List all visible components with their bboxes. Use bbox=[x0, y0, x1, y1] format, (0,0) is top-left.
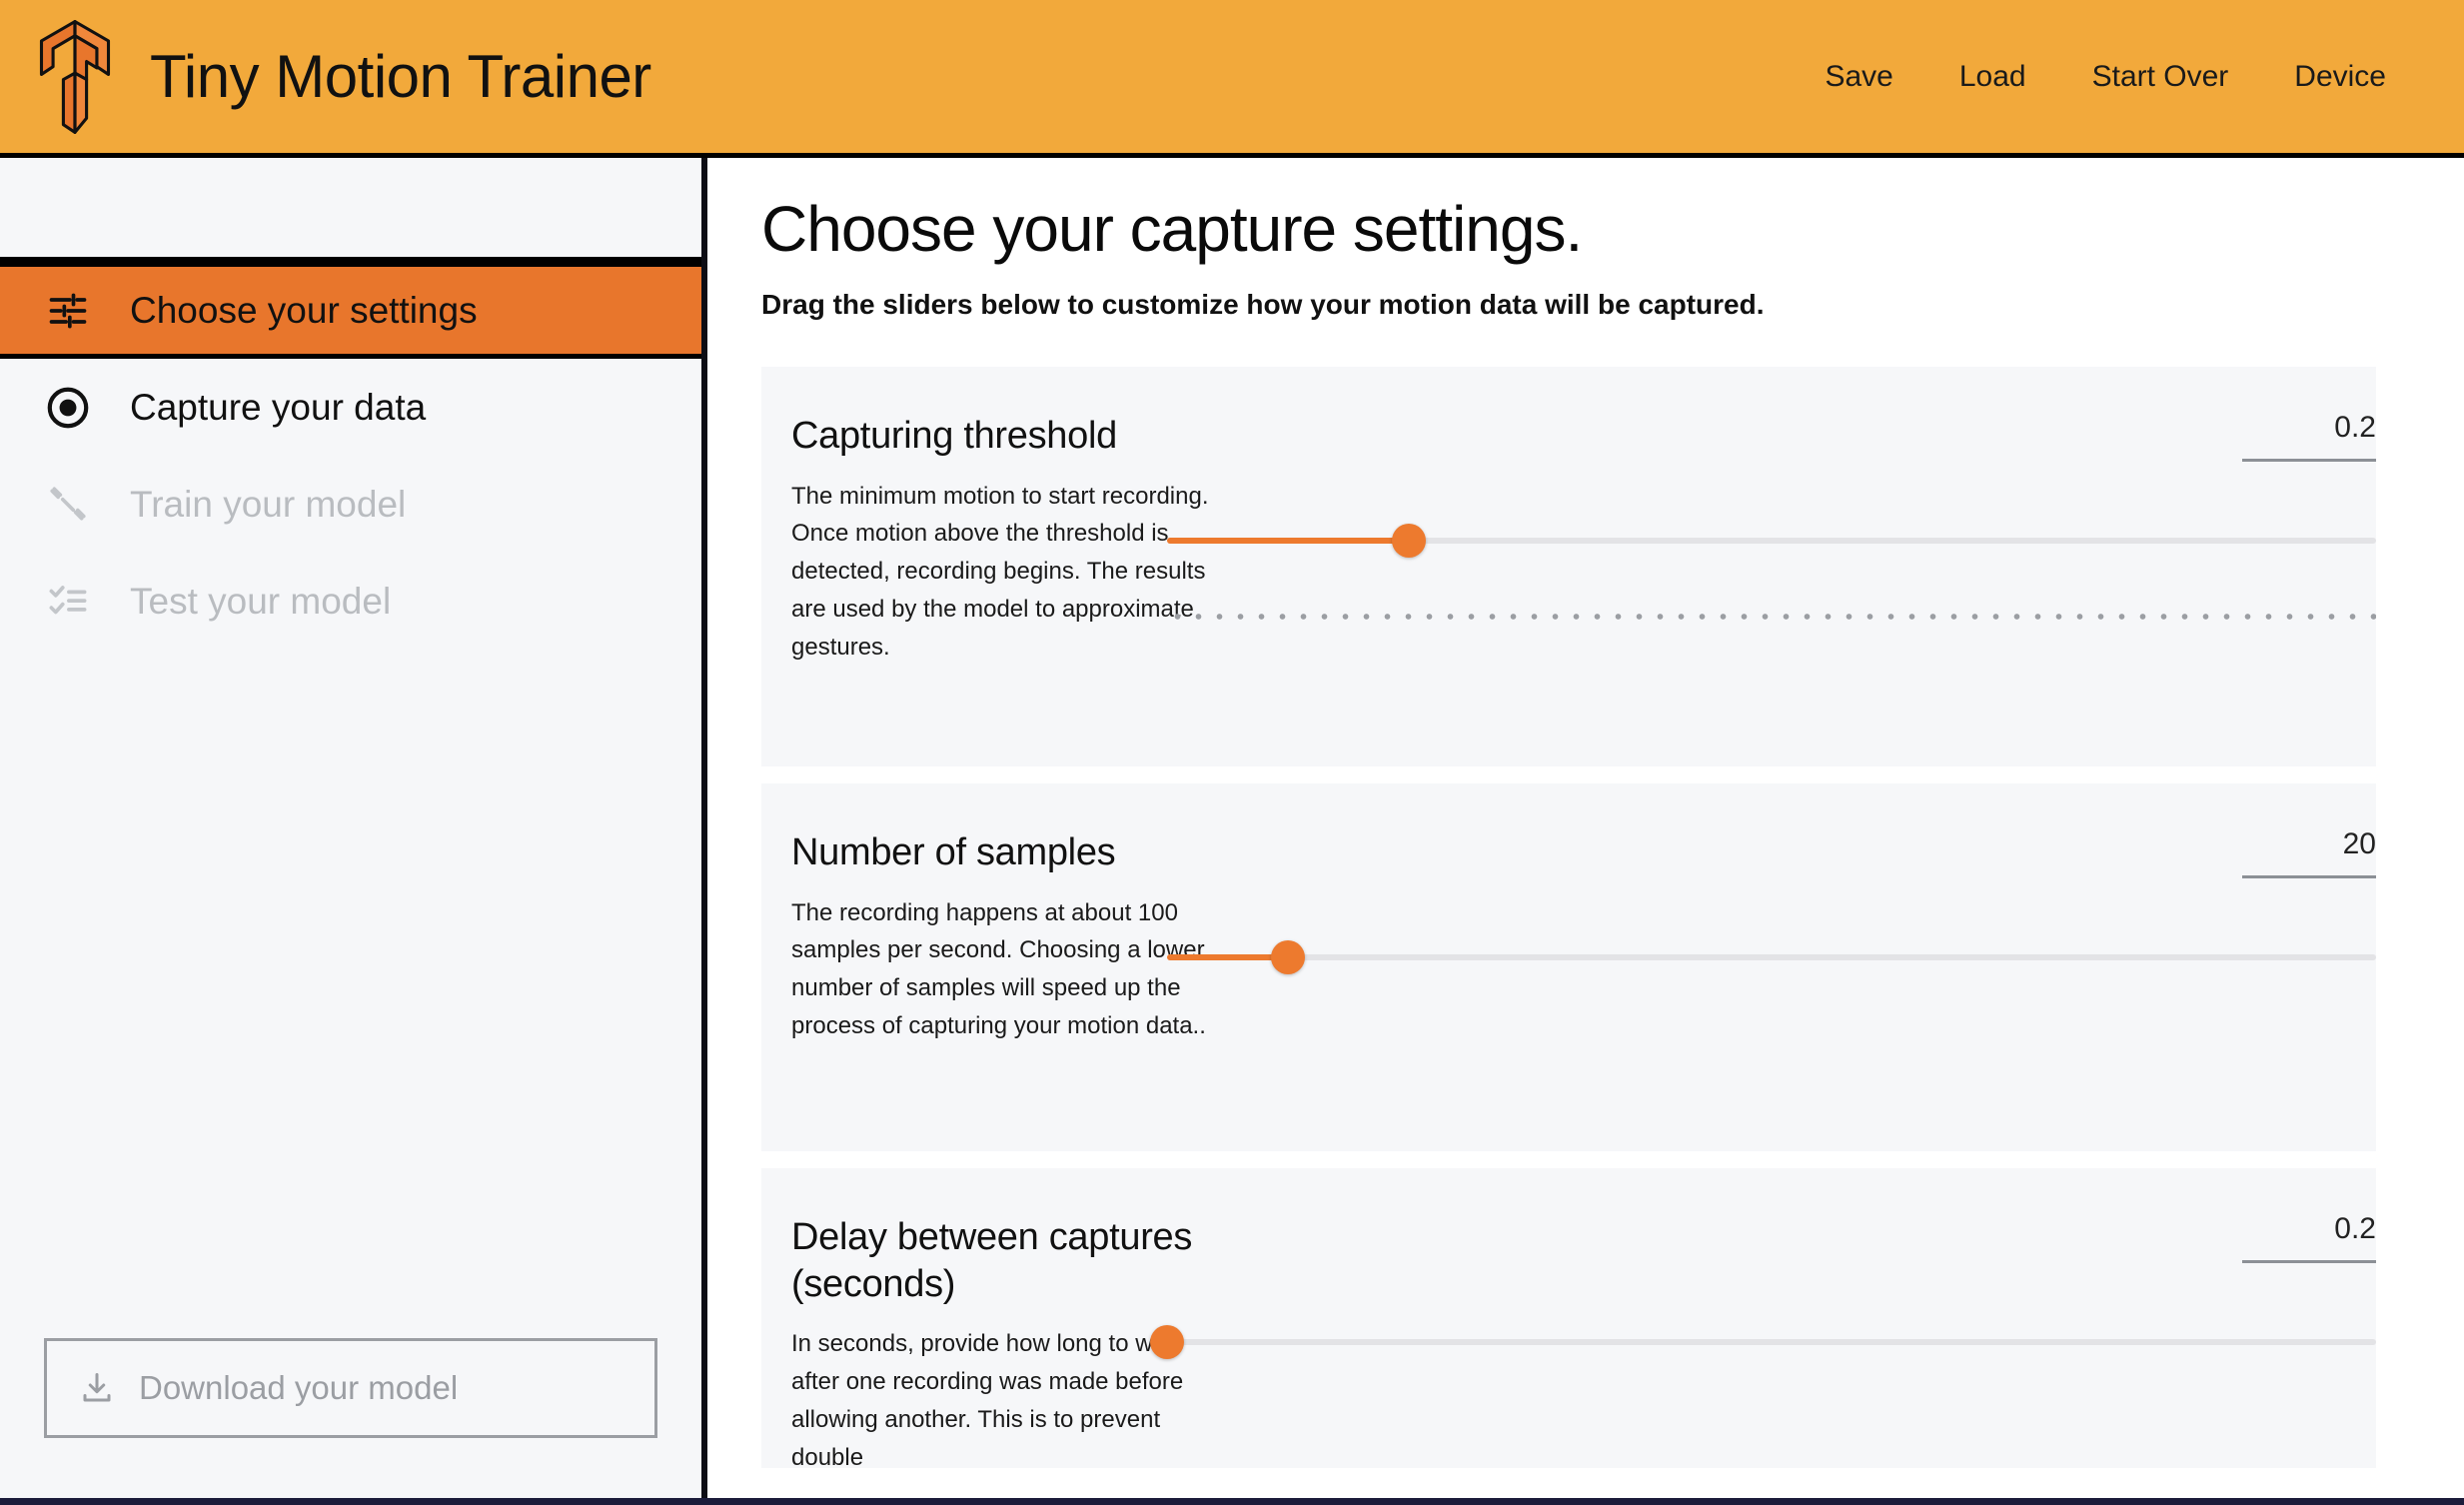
download-button-label: Download your model bbox=[139, 1369, 458, 1407]
sidebar-item-label: Test your model bbox=[130, 581, 391, 623]
app-title: Tiny Motion Trainer bbox=[150, 42, 651, 111]
number-of-samples-slider[interactable] bbox=[1167, 935, 2376, 979]
main-content: Choose your capture settings. Drag the s… bbox=[713, 158, 2464, 1498]
setting-value-field[interactable]: 0.2 bbox=[2242, 1214, 2376, 1263]
record-circle-icon bbox=[44, 384, 92, 432]
checklist-icon bbox=[44, 578, 92, 626]
sidebar-item-label: Choose your settings bbox=[130, 290, 478, 332]
sidebar-spacer bbox=[0, 650, 701, 1338]
sidebar-item-train-your-model: Train your model bbox=[0, 456, 701, 553]
setting-title: Delay between captures (seconds) bbox=[791, 1214, 1211, 1307]
value-underline bbox=[2242, 1260, 2376, 1263]
slider-fill bbox=[1167, 954, 1288, 960]
setting-value: 0.2 bbox=[2242, 1214, 2376, 1260]
settings-card-list: Capturing threshold The minimum motion t… bbox=[713, 367, 2464, 1468]
slider-thumb[interactable] bbox=[1150, 1325, 1184, 1359]
tensorflow-logo-icon bbox=[36, 19, 114, 135]
setting-value-field[interactable]: 20 bbox=[2242, 829, 2376, 878]
setting-card-number-of-samples: Number of samples The recording happens … bbox=[761, 783, 2376, 1151]
setting-title: Number of samples bbox=[791, 829, 1211, 875]
nav-save-button[interactable]: Save bbox=[1825, 60, 1892, 94]
sidebar: Choose your settings Capture your data bbox=[0, 158, 707, 1498]
nav-load-button[interactable]: Load bbox=[1959, 60, 2026, 94]
value-underline bbox=[2242, 459, 2376, 462]
download-icon bbox=[79, 1370, 115, 1406]
footer-bar bbox=[0, 1498, 2464, 1505]
sidebar-top-divider bbox=[0, 158, 701, 262]
nav-start-over-button[interactable]: Start Over bbox=[2092, 60, 2229, 94]
sidebar-nav-list: Choose your settings Capture your data bbox=[0, 262, 701, 650]
app-header: Tiny Motion Trainer Save Load Start Over… bbox=[0, 0, 2464, 158]
slider-track bbox=[1167, 954, 2376, 960]
sidebar-item-choose-your-settings[interactable]: Choose your settings bbox=[0, 262, 701, 359]
setting-value: 0.2 bbox=[2242, 413, 2376, 459]
sidebar-item-test-your-model: Test your model bbox=[0, 553, 701, 650]
value-underline bbox=[2242, 875, 2376, 878]
dumbbell-fitness-icon bbox=[44, 481, 92, 529]
setting-value-field[interactable]: 0.2 bbox=[2242, 413, 2376, 462]
setting-card-capturing-threshold: Capturing threshold The minimum motion t… bbox=[761, 367, 2376, 766]
slider-track bbox=[1167, 1339, 2376, 1345]
app-root: Tiny Motion Trainer Save Load Start Over… bbox=[0, 0, 2464, 1505]
delay-between-captures-slider[interactable] bbox=[1167, 1320, 2376, 1364]
setting-description: In seconds, provide how long to wait aft… bbox=[791, 1325, 1211, 1477]
setting-card-delay-between-captures: Delay between captures (seconds) In seco… bbox=[761, 1168, 2376, 1468]
setting-card-text: Number of samples The recording happens … bbox=[791, 829, 1211, 1045]
motion-threshold-indicator bbox=[1167, 613, 2376, 621]
slider-thumb[interactable] bbox=[1271, 940, 1305, 974]
setting-description: The minimum motion to start recording. O… bbox=[791, 478, 1211, 668]
brand: Tiny Motion Trainer bbox=[36, 19, 651, 135]
page-title: Choose your capture settings. bbox=[761, 196, 2464, 263]
sidebar-item-label: Train your model bbox=[130, 484, 406, 526]
setting-value: 20 bbox=[2242, 829, 2376, 875]
setting-card-text: Delay between captures (seconds) In seco… bbox=[791, 1214, 1211, 1476]
page-subtitle: Drag the sliders below to customize how … bbox=[761, 289, 2464, 321]
capturing-threshold-slider[interactable] bbox=[1167, 519, 2376, 563]
nav-device-button[interactable]: Device bbox=[2294, 60, 2386, 94]
tune-sliders-icon bbox=[44, 287, 92, 335]
slider-thumb[interactable] bbox=[1392, 524, 1426, 558]
setting-description: The recording happens at about 100 sampl… bbox=[791, 894, 1211, 1046]
download-your-model-button[interactable]: Download your model bbox=[44, 1338, 657, 1438]
slider-fill bbox=[1167, 538, 1409, 544]
sidebar-item-capture-your-data[interactable]: Capture your data bbox=[0, 359, 701, 456]
header-nav: Save Load Start Over Device bbox=[1825, 60, 2386, 94]
sidebar-item-label: Capture your data bbox=[130, 387, 426, 429]
setting-title: Capturing threshold bbox=[791, 413, 1211, 459]
setting-card-text: Capturing threshold The minimum motion t… bbox=[791, 413, 1211, 667]
